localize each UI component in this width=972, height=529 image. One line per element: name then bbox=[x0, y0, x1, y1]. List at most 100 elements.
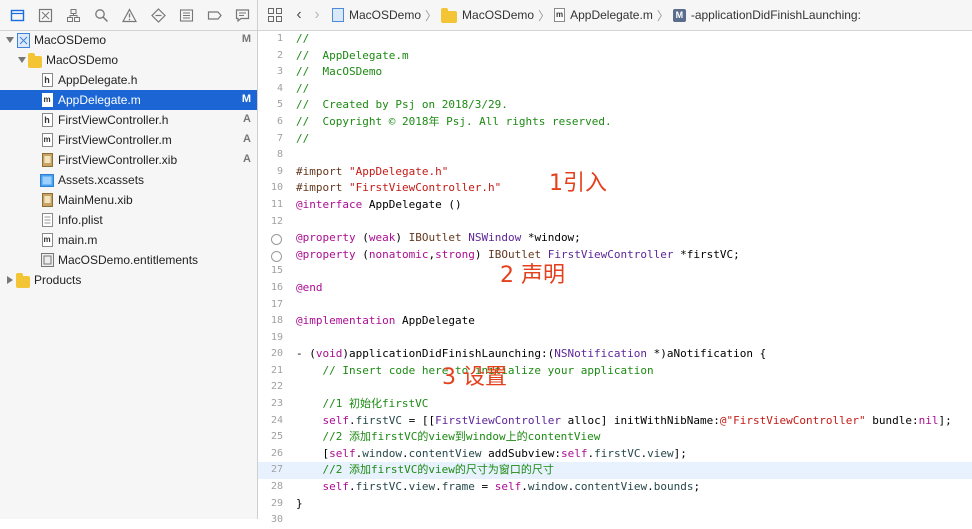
source-control-icon[interactable] bbox=[31, 0, 59, 30]
tree-item[interactable]: Products bbox=[0, 270, 257, 290]
line-number[interactable]: 20 bbox=[258, 346, 283, 363]
project-icon bbox=[332, 8, 344, 22]
code-line[interactable]: 24 self.firstVC = [[FirstViewController … bbox=[258, 413, 972, 430]
tree-item[interactable]: MacOSDemo.entitlements bbox=[0, 250, 257, 270]
back-arrow-icon[interactable]: ‹ bbox=[290, 6, 308, 24]
tree-item-label: AppDelegate.h bbox=[58, 73, 138, 87]
breadcrumb-group[interactable]: MacOSDemo bbox=[441, 7, 535, 23]
code-line[interactable]: 27 //2 添加firstVC的view的尺寸为窗口的尺寸 bbox=[258, 462, 972, 480]
line-number[interactable]: 11 bbox=[258, 197, 283, 214]
code-line[interactable]: 30 bbox=[258, 512, 972, 529]
tree-item[interactable]: m main.m bbox=[0, 230, 257, 250]
line-number[interactable]: 22 bbox=[258, 379, 283, 396]
tree-item[interactable]: MainMenu.xib bbox=[0, 190, 257, 210]
code-line[interactable]: 21 // Insert code here to initialize you… bbox=[258, 363, 972, 380]
breadcrumb-file[interactable]: m AppDelegate.m bbox=[554, 8, 653, 22]
breadcrumb-project[interactable]: MacOSDemo bbox=[332, 8, 421, 22]
line-number[interactable]: 8 bbox=[258, 147, 283, 164]
code-line[interactable]: 4 // bbox=[258, 81, 972, 98]
line-number[interactable]: 6 bbox=[258, 114, 283, 131]
code-line[interactable]: 22 bbox=[258, 379, 972, 396]
line-number[interactable]: 19 bbox=[258, 330, 283, 347]
tree-item[interactable]: MacOSDemo bbox=[0, 50, 257, 70]
code-line[interactable]: 2 // AppDelegate.m bbox=[258, 48, 972, 65]
assets-icon bbox=[40, 172, 54, 188]
code-line[interactable]: 20 - (void)applicationDidFinishLaunching:… bbox=[258, 346, 972, 363]
code-line[interactable]: 5 // Created by Psj on 2018/3/29. bbox=[258, 97, 972, 114]
line-number[interactable]: 21 bbox=[258, 363, 283, 380]
line-number[interactable]: 10 bbox=[258, 180, 283, 197]
code-line[interactable]: 23 //1 初始化firstVC bbox=[258, 396, 972, 413]
code-line[interactable]: 12 bbox=[258, 214, 972, 231]
code-line[interactable]: 25 //2 添加firstVC的view到window上的contentVie… bbox=[258, 429, 972, 446]
tree-item[interactable]: h FirstViewController.h A bbox=[0, 110, 257, 130]
outlet-connection-icon[interactable] bbox=[271, 250, 282, 262]
line-number[interactable]: 5 bbox=[258, 97, 283, 114]
line-number[interactable]: 30 bbox=[258, 512, 283, 529]
code-line[interactable]: 17 bbox=[258, 297, 972, 314]
code-line[interactable]: 13@property (weak) IBOutlet NSWindow *wi… bbox=[258, 230, 972, 247]
line-number[interactable]: 26 bbox=[258, 446, 283, 463]
code-line[interactable]: 6 // Copyright © 2018年 Psj. All rights re… bbox=[258, 114, 972, 131]
warning-icon[interactable] bbox=[116, 0, 144, 30]
hierarchy-icon[interactable] bbox=[59, 0, 87, 30]
tree-item[interactable]: Assets.xcassets bbox=[0, 170, 257, 190]
disclosure-closed-icon[interactable] bbox=[4, 270, 16, 290]
breadcrumb-separator: 〉 bbox=[538, 8, 551, 23]
line-number[interactable]: 2 bbox=[258, 48, 283, 65]
breakpoint-icon[interactable] bbox=[201, 0, 229, 30]
code-line[interactable]: 11 @interface AppDelegate () bbox=[258, 197, 972, 214]
code-line[interactable]: 16 @end bbox=[258, 280, 972, 297]
line-number[interactable]: 1 bbox=[258, 31, 283, 48]
line-number[interactable]: 3 bbox=[258, 64, 283, 81]
code-line[interactable]: 8 bbox=[258, 147, 972, 164]
line-number[interactable]: 23 bbox=[258, 396, 283, 413]
tree-item[interactable]: h AppDelegate.h bbox=[0, 70, 257, 90]
code-line[interactable]: 7 // bbox=[258, 131, 972, 148]
code-line[interactable]: 14@property (nonatomic,strong) IBOutlet … bbox=[258, 247, 972, 264]
tree-item[interactable]: MacOSDemo M bbox=[0, 30, 257, 50]
code-line[interactable]: 9 #import "AppDelegate.h" bbox=[258, 164, 972, 181]
code-line[interactable]: 3 // MacOSDemo bbox=[258, 64, 972, 81]
related-items-icon[interactable] bbox=[268, 8, 282, 22]
tree-item-label: Info.plist bbox=[58, 213, 103, 227]
line-number[interactable]: 7 bbox=[258, 131, 283, 148]
breadcrumb-method[interactable]: M -applicationDidFinishLaunching: bbox=[672, 8, 861, 22]
tree-item[interactable]: Info.plist bbox=[0, 210, 257, 230]
line-number[interactable]: 18 bbox=[258, 313, 283, 330]
line-number[interactable]: 16 bbox=[258, 280, 283, 297]
code-line[interactable]: 28 self.firstVC.view.frame = self.window… bbox=[258, 479, 972, 496]
line-number[interactable]: 28 bbox=[258, 479, 283, 496]
test-icon[interactable] bbox=[144, 0, 172, 30]
search-icon[interactable] bbox=[88, 0, 116, 30]
breadcrumb-group-label: MacOSDemo bbox=[462, 8, 535, 22]
source-editor[interactable]: 1 // 2 // AppDelegate.m 3 // MacOSDemo 4 // 5 // … bbox=[258, 31, 972, 525]
tree-item[interactable]: m AppDelegate.m M bbox=[0, 90, 257, 110]
line-number[interactable]: 29 bbox=[258, 496, 283, 513]
disclosure-spacer bbox=[28, 210, 40, 230]
disclosure-open-icon[interactable] bbox=[16, 50, 28, 70]
outlet-connection-icon[interactable] bbox=[271, 234, 282, 246]
report-icon[interactable] bbox=[229, 0, 257, 30]
line-number[interactable]: 17 bbox=[258, 297, 283, 314]
line-number[interactable]: 27 bbox=[258, 462, 283, 479]
line-number[interactable]: 12 bbox=[258, 214, 283, 231]
disclosure-open-icon[interactable] bbox=[4, 30, 16, 50]
line-number[interactable]: 9 bbox=[258, 164, 283, 181]
folder-icon[interactable] bbox=[3, 0, 31, 30]
tree-item[interactable]: m FirstViewController.m A bbox=[0, 130, 257, 150]
line-number[interactable]: 15 bbox=[258, 263, 283, 280]
code-line[interactable]: 1 // bbox=[258, 31, 972, 48]
code-line[interactable]: 26 [self.window.contentView addSubview:s… bbox=[258, 446, 972, 463]
line-number[interactable]: 25 bbox=[258, 429, 283, 446]
code-line[interactable]: 18 @implementation AppDelegate bbox=[258, 313, 972, 330]
code-line[interactable]: 19 bbox=[258, 330, 972, 347]
tree-item[interactable]: FirstViewController.xib A bbox=[0, 150, 257, 170]
forward-arrow-icon[interactable]: › bbox=[308, 6, 326, 24]
code-line[interactable]: 10 #import "FirstViewController.h" bbox=[258, 180, 972, 197]
line-number[interactable]: 4 bbox=[258, 81, 283, 98]
debug-icon[interactable] bbox=[172, 0, 200, 30]
code-line[interactable]: 29} bbox=[258, 496, 972, 513]
line-number[interactable]: 24 bbox=[258, 413, 283, 430]
code-line[interactable]: 15 bbox=[258, 263, 972, 280]
